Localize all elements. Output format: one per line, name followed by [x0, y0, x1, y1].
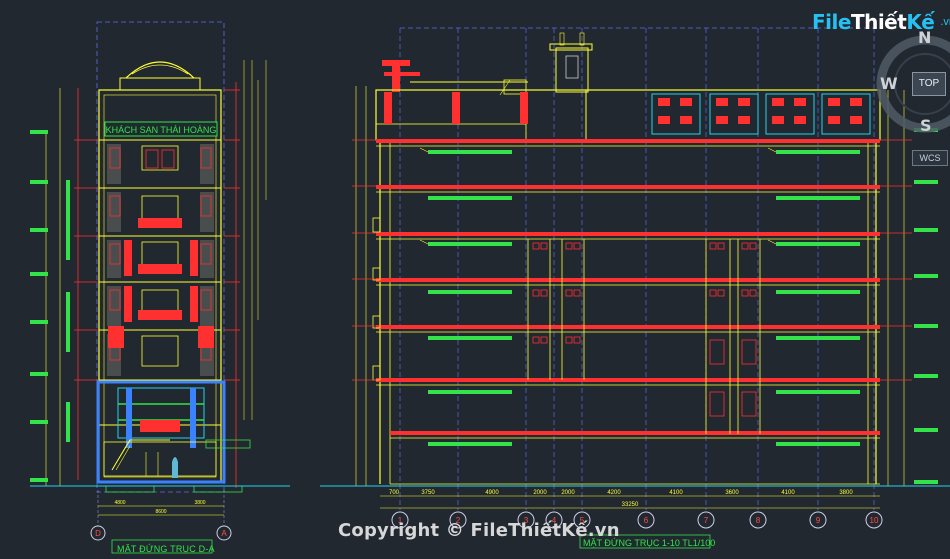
brand-tld: .vn [940, 16, 950, 28]
dim-right-3: 4900 [485, 490, 499, 496]
wcs-menu-button[interactable]: WCS [912, 150, 948, 166]
brand-name: FileThiếtKế [812, 10, 935, 34]
dim-left-1: 4800 [114, 500, 125, 506]
grid-label-D: D [95, 529, 101, 538]
dim-right-4: 2000 [533, 490, 547, 496]
compass-south[interactable]: S [920, 116, 932, 135]
cad-drawing-canvas[interactable]: KHÁCH SẠN THÁI HOÀNG D A 4800 3800 8600 … [0, 0, 950, 559]
compass-north[interactable]: N [918, 28, 931, 47]
grid-label-6: 6 [644, 516, 649, 525]
signboard-text: KHÁCH SẠN THÁI HOÀNG [106, 125, 217, 135]
compass-west[interactable]: W [880, 74, 898, 93]
drawing-title-left: MẶT ĐỨNG TRỤC D-A [117, 544, 215, 554]
dim-right-2: 3750 [421, 490, 435, 496]
dim-right-6: 4200 [607, 490, 621, 496]
copyright-watermark: Copyright © FileThiếtKế.vn [338, 520, 620, 541]
dim-right-5: 2000 [561, 490, 575, 496]
brand-part2: Thiết [850, 10, 907, 34]
grid-label-8: 8 [756, 516, 761, 525]
dim-right-8: 3600 [725, 490, 739, 496]
dim-left-total: 8600 [155, 509, 166, 515]
dim-right-total: 33250 [622, 502, 639, 508]
grid-label-7: 7 [704, 516, 709, 525]
grid-label-10: 10 [870, 516, 879, 525]
grid-label-A: A [221, 529, 227, 538]
viewcube-top-button[interactable]: TOP [912, 72, 946, 96]
dim-right-7: 4100 [669, 490, 683, 496]
dim-right-1: 700 [389, 490, 400, 496]
dim-left-2: 3800 [194, 500, 205, 506]
brand-part1: File [812, 10, 851, 34]
dim-right-9: 4100 [781, 490, 795, 496]
grid-label-9: 9 [816, 516, 821, 525]
dim-right-10: 3800 [839, 490, 853, 496]
